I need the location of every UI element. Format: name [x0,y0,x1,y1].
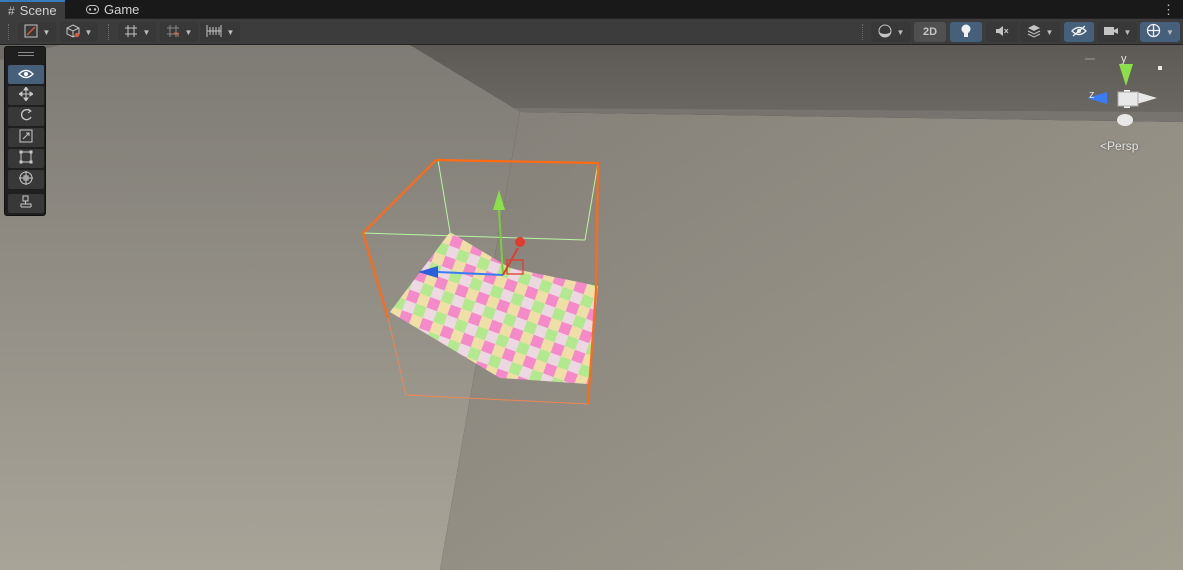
cube-icon [66,23,80,41]
tools-overlay [4,46,46,216]
scale-icon [19,129,33,146]
custom-tool-button[interactable] [8,194,44,213]
sphere-icon [878,24,892,41]
scale-tool-button[interactable] [8,128,44,147]
scene-render [0,45,1183,570]
grid-icon [124,24,138,41]
tab-game-label: Game [104,2,140,17]
projection-arrow: < [1100,139,1108,153]
transform-tool-button[interactable] [8,170,44,189]
ruler-icon [206,24,222,41]
rect-transform-icon [19,150,33,167]
view-tool-button[interactable] [8,65,44,84]
lighting-toggle[interactable] [950,22,982,42]
transform-icon [18,170,34,189]
hidden-objects-toggle[interactable] [1064,22,1094,42]
toolbar-grip[interactable] [862,24,864,40]
gizmo-y-label: y [1121,53,1127,65]
chevron-down-icon: ▼ [84,27,93,37]
chevron-down-icon: ▼ [226,27,235,37]
shading-mode-dropdown[interactable]: ▼ [871,22,911,42]
snap-grid-icon [166,24,180,41]
scene-toolbar: ▼ ▼ ▼ ▼ ▼ ▼ 2D ▼ ▼ ▼ [0,19,1183,45]
chevron-down-icon: ▼ [142,27,151,37]
custom-tool-icon [19,195,33,212]
effects-dropdown[interactable]: ▼ [1020,22,1060,42]
layers-icon [1027,24,1041,41]
move-arrows-icon [18,86,34,104]
chevron-down-icon: ▼ [184,27,193,37]
camera-icon [1103,25,1119,40]
scene-viewport[interactable] [0,45,1183,570]
grid-snap-dropdown[interactable]: ▼ [160,22,198,42]
audio-toggle[interactable] [986,22,1018,42]
render-mode-dropdown[interactable]: ▼ [60,22,98,42]
grid-icon: # [8,3,15,18]
chevron-down-icon: ▼ [896,27,905,37]
chevron-down-icon: ▼ [42,27,51,37]
gizmo-globe-icon [1146,23,1161,41]
eye-icon [18,67,34,82]
rect-tool-button[interactable] [8,149,44,168]
gizmo-z-label: z [1089,89,1095,101]
rotate-icon [19,108,33,125]
chevron-down-icon: ▼ [1123,27,1132,37]
projection-label: Persp [1107,139,1139,153]
gamepad-icon [86,3,99,17]
camera-dropdown[interactable]: ▼ [1097,22,1137,42]
toolbar-grip[interactable] [108,24,110,40]
more-options-icon[interactable]: ⋮ [1162,2,1175,18]
gizmos-dropdown[interactable]: ▼ [1140,22,1180,42]
draw-mode-icon [24,24,38,41]
rotate-tool-button[interactable] [8,107,44,126]
tab-bar: # Scene Game ⋮ [0,0,1183,19]
toolbar-grip[interactable] [8,24,10,40]
lightbulb-icon [960,24,972,41]
tab-scene[interactable]: # Scene [0,0,65,19]
grid-visibility-dropdown[interactable]: ▼ [118,22,156,42]
speaker-muted-icon [995,24,1009,41]
move-tool-button[interactable] [8,86,44,105]
chevron-down-icon: ▼ [1045,27,1054,37]
toggle-2d-button[interactable]: 2D [914,22,946,42]
toggle-2d-label: 2D [922,26,938,38]
eye-hidden-icon [1071,25,1087,40]
draw-mode-dropdown[interactable]: ▼ [18,22,56,42]
tab-scene-label: Scene [19,3,57,18]
chevron-down-icon: ▼ [1166,27,1174,37]
projection-toggle[interactable]: <Persp [1100,139,1138,153]
increment-snap-dropdown[interactable]: ▼ [200,22,240,42]
tab-game[interactable]: Game [78,0,147,19]
overlay-drag-handle[interactable] [18,52,34,56]
